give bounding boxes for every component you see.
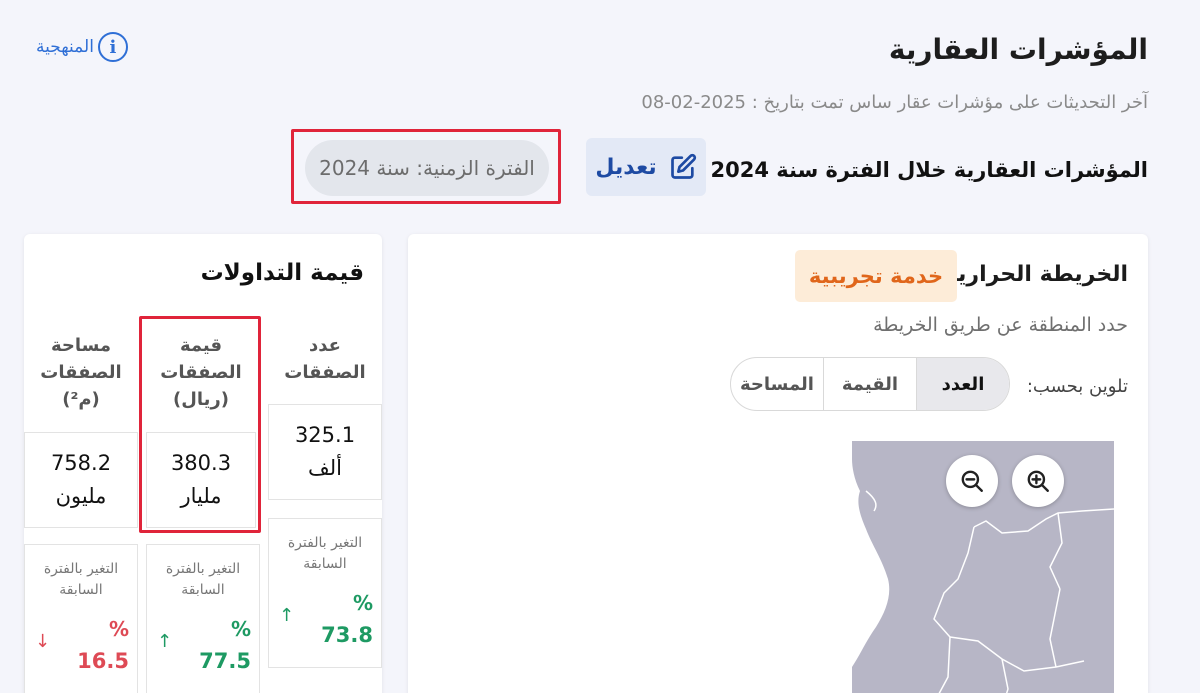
- value-change-cell: التغير بالفترة السابقة % ↑ 77.5: [146, 544, 260, 693]
- value-change-label: التغير بالفترة السابقة: [147, 559, 259, 601]
- value-change-value: 77.5: [199, 649, 251, 673]
- count-change-cell: التغير بالفترة السابقة % ↑ 73.8: [268, 518, 382, 668]
- area-value-cell: 758.2 مليون: [24, 432, 138, 528]
- zoom-out-icon: [961, 470, 983, 492]
- area-change-percent: %: [108, 617, 129, 641]
- col-area-header: مساحة الصفقات (م²): [24, 332, 138, 413]
- trades-title: قيمة التداولات: [200, 260, 364, 286]
- change-label-line: السابقة: [303, 556, 347, 572]
- option-value[interactable]: القيمة: [823, 358, 916, 410]
- col-area-header-line: الصفقات: [40, 362, 122, 383]
- col-area-header-line: مساحة: [50, 335, 112, 356]
- period-highlight: الفترة الزمنية: سنة 2024: [291, 129, 561, 204]
- edit-period-button[interactable]: تعديل: [586, 138, 706, 196]
- area-unit: مليون: [55, 484, 107, 508]
- change-label-line: التغير بالفترة: [43, 561, 119, 577]
- last-update-text: آخر التحديثات على مؤشرات عقار ساس تمت بت…: [641, 92, 1148, 113]
- count-value-cell: 325.1 ألف: [268, 404, 382, 500]
- count-change-percent: %: [352, 591, 373, 615]
- arrow-up-icon: ↑: [157, 631, 173, 652]
- edit-icon: [669, 153, 697, 181]
- col-area-header-line: (م²): [62, 389, 100, 410]
- heatmap-card: الخريطة الحرارية خدمة تجريبية حدد المنطق…: [408, 234, 1148, 693]
- option-count[interactable]: العدد: [916, 358, 1009, 410]
- color-by-segmented: العدد القيمة المساحة: [730, 357, 1010, 411]
- change-label-line: السابقة: [59, 582, 103, 598]
- heatmap-subtitle: حدد المنطقة عن طريق الخريطة: [873, 314, 1128, 336]
- value-unit: مليار: [180, 484, 222, 508]
- count-unit: ألف: [308, 456, 342, 480]
- col-value-header-line: قيمة: [179, 335, 223, 356]
- col-value-header-line: (ريال): [173, 389, 229, 410]
- col-count-header-line: الصفقات: [284, 362, 366, 383]
- methodology-link[interactable]: المنهجية i: [36, 32, 128, 62]
- page-title: المؤشرات العقارية: [888, 33, 1148, 66]
- arrow-down-icon: ↓: [35, 631, 51, 652]
- methodology-label[interactable]: المنهجية: [36, 37, 94, 57]
- count-change-value: 73.8: [321, 623, 373, 647]
- value-change-percent: %: [230, 617, 251, 641]
- change-label-line: التغير بالفترة: [165, 561, 241, 577]
- zoom-out-button[interactable]: [946, 455, 998, 507]
- heatmap-map[interactable]: [852, 441, 1114, 693]
- area-value: 758.2: [50, 451, 112, 476]
- change-label-line: التغير بالفترة: [287, 535, 363, 551]
- arrow-up-icon: ↑: [279, 605, 295, 626]
- info-icon[interactable]: i: [97, 32, 128, 62]
- trades-card: قيمة التداولات عدد الصفقات 325.1 ألف الت…: [24, 234, 382, 693]
- col-count-header-line: عدد: [309, 335, 341, 356]
- zoom-in-icon: [1027, 470, 1049, 492]
- col-value-header-line: الصفقات: [160, 362, 242, 383]
- value-value: 380.3: [170, 451, 232, 476]
- period-heading: المؤشرات العقارية خلال الفترة سنة 2024: [710, 158, 1149, 182]
- color-by-label: تلوين بحسب:: [1026, 376, 1128, 397]
- col-count-header: عدد الصفقات: [268, 332, 382, 386]
- heatmap-title: الخريطة الحرارية: [944, 262, 1128, 287]
- col-value-header: قيمة الصفقات (ريال): [146, 332, 256, 413]
- option-area[interactable]: المساحة: [731, 358, 823, 410]
- area-change-value: 16.5: [77, 649, 129, 673]
- area-change-cell: التغير بالفترة السابقة % ↓ 16.5: [24, 544, 138, 693]
- zoom-in-button[interactable]: [1012, 455, 1064, 507]
- count-change-label: التغير بالفترة السابقة: [269, 533, 381, 575]
- change-label-line: السابقة: [181, 582, 225, 598]
- count-value: 325.1: [294, 423, 356, 448]
- value-value-cell: 380.3 مليار: [146, 432, 256, 528]
- edit-label: تعديل: [595, 154, 657, 180]
- period-pill[interactable]: الفترة الزمنية: سنة 2024: [305, 140, 549, 196]
- area-change-label: التغير بالفترة السابقة: [25, 559, 137, 601]
- trial-badge: خدمة تجريبية: [795, 250, 957, 302]
